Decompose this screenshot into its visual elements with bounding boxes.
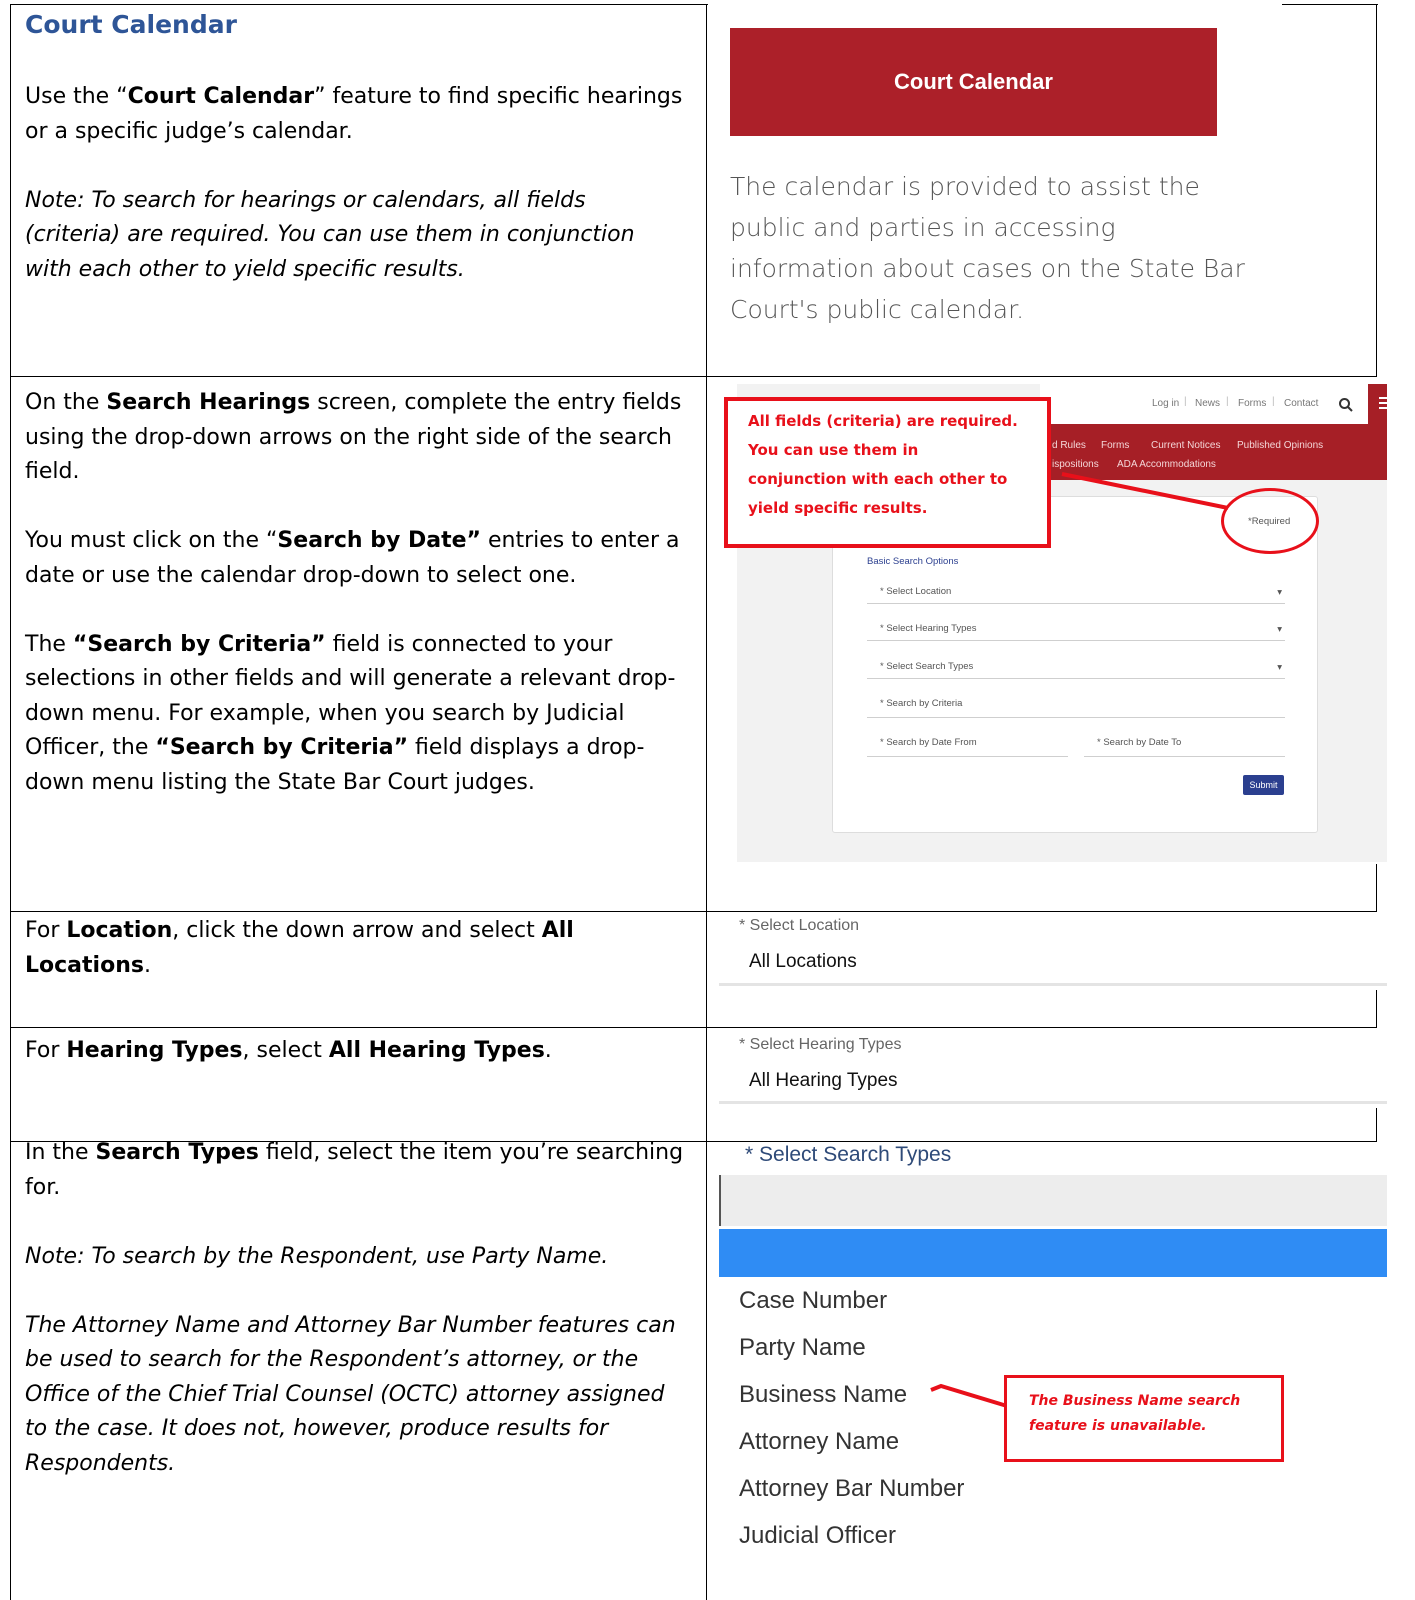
- row3-instructions: For Location, click the down arrow and s…: [25, 918, 574, 978]
- option-party-name[interactable]: Party Name: [739, 1334, 866, 1362]
- row2-paragraph-2: You must click on the “Search by Date” e…: [25, 528, 680, 588]
- row-divider-3: [10, 1027, 1377, 1028]
- search-icon[interactable]: [1338, 397, 1354, 413]
- nav-item-published-opinions[interactable]: Published Opinions: [1237, 440, 1323, 451]
- row5-note-2: The Attorney Name and Attorney Bar Numbe…: [25, 1312, 676, 1476]
- basic-search-options-title: Basic Search Options: [867, 556, 959, 567]
- select-location-underline: [719, 983, 1387, 986]
- business-name-unavailable-callout: The Business Name search feature is unav…: [1004, 1375, 1284, 1462]
- select-search-types-label: * Select Search Types: [745, 1143, 952, 1166]
- row1-paragraph: Use the “Court Calendar” feature to find…: [25, 84, 683, 144]
- row2-paragraph-3: The “Search by Criteria” field is connec…: [25, 631, 676, 795]
- row-divider-2: [10, 911, 1377, 912]
- select-hearing-types-underline: [719, 1101, 1387, 1104]
- submit-button[interactable]: Submit: [1243, 775, 1284, 795]
- option-judicial-officer[interactable]: Judicial Officer: [739, 1522, 896, 1550]
- topnav-contact-link[interactable]: Contact: [1284, 398, 1318, 409]
- search-by-criteria-field[interactable]: * Search by Criteria: [867, 698, 1285, 718]
- hamburger-menu-icon[interactable]: [1379, 397, 1387, 411]
- business-name-connector-line: [930, 1383, 1008, 1408]
- court-calendar-description: The calendar is provided to assist the p…: [730, 172, 1245, 324]
- table-column-divider: [706, 4, 707, 1600]
- option-attorney-bar-number[interactable]: Attorney Bar Number: [739, 1475, 964, 1503]
- dropdown-arrow-icon: ▾: [1277, 662, 1282, 673]
- dropdown-arrow-icon: ▾: [1277, 587, 1282, 598]
- select-hearing-types-field[interactable]: * Select Hearing Types ▾: [867, 623, 1285, 641]
- select-location-value[interactable]: All Locations: [749, 951, 857, 973]
- table-border-right-1: [1376, 4, 1377, 376]
- option-case-number[interactable]: Case Number: [739, 1287, 887, 1315]
- row2-instructions: On the Search Hearings screen, complete …: [25, 386, 690, 835]
- option-attorney-name[interactable]: Attorney Name: [739, 1428, 899, 1456]
- topnav-news-link[interactable]: News: [1195, 398, 1220, 409]
- topnav-separator: |: [1272, 396, 1275, 407]
- select-hearing-types-value[interactable]: All Hearing Types: [749, 1070, 898, 1092]
- select-location-label: * Select Location: [739, 917, 860, 934]
- row5-note-1: Note: To search by the Respondent, use P…: [25, 1243, 609, 1269]
- topnav-separator: |: [1226, 396, 1229, 407]
- table-border-left: [10, 4, 11, 1600]
- table-border-right-3: [1376, 990, 1377, 1028]
- select-search-types-field[interactable]: * Select Search Types ▾: [867, 661, 1285, 679]
- topnav-separator: |: [1184, 396, 1187, 407]
- page-title: Court Calendar: [25, 10, 237, 39]
- row1-note: Note: To search for hearings or calendar…: [25, 187, 635, 282]
- row-divider-1: [10, 376, 1377, 377]
- row2-paragraph-1: On the Search Hearings screen, complete …: [25, 390, 682, 484]
- row5-paragraph: In the Search Types field, select the it…: [25, 1140, 684, 1200]
- row5-instructions: In the Search Types field, select the it…: [25, 1136, 685, 1516]
- topnav-login-link[interactable]: Log in: [1152, 398, 1179, 409]
- court-calendar-banner: Court Calendar: [730, 28, 1217, 136]
- select-hearing-types-label: * Select Hearing Types: [739, 1036, 902, 1053]
- search-types-input[interactable]: [719, 1175, 1387, 1226]
- dropdown-arrow-icon: ▾: [1277, 624, 1282, 635]
- select-location-field[interactable]: * Select Location ▾: [867, 586, 1285, 604]
- search-by-date-from-field[interactable]: * Search by Date From: [867, 737, 1068, 757]
- search-by-date-to-field[interactable]: * Search by Date To: [1084, 737, 1285, 757]
- required-fields-callout: All fields (criteria) are required. You …: [724, 397, 1051, 548]
- table-border-top-right: [1282, 4, 1378, 5]
- row4-instructions: For Hearing Types, select All Hearing Ty…: [25, 1038, 552, 1063]
- required-highlight-circle: [1221, 488, 1319, 554]
- topnav-forms-link[interactable]: Forms: [1238, 398, 1266, 409]
- table-border-right-4: [1376, 1108, 1377, 1142]
- table-border-top-left: [10, 4, 708, 5]
- callout-connector-line: [1061, 472, 1229, 510]
- row1-instructions: Use the “Court Calendar” feature to find…: [25, 80, 685, 322]
- option-business-name[interactable]: Business Name: [739, 1381, 907, 1409]
- table-border-right-2: [1376, 864, 1377, 912]
- search-types-highlighted-option[interactable]: [719, 1229, 1387, 1277]
